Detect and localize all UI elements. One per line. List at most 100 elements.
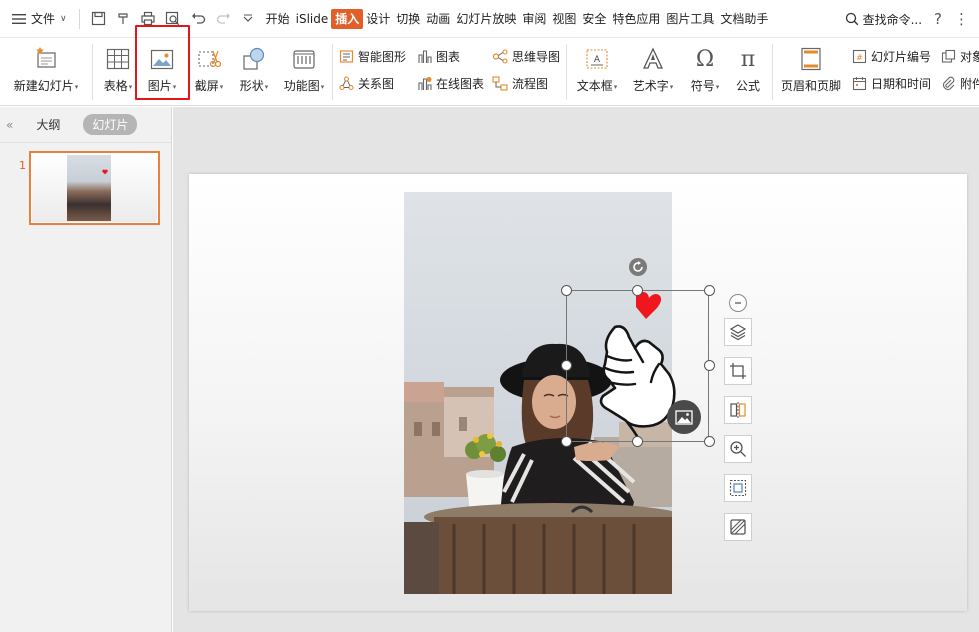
slide-number: 1 bbox=[19, 159, 26, 172]
chart-button[interactable]: 图表 bbox=[416, 47, 460, 65]
minus-icon bbox=[735, 302, 741, 304]
tab-animation[interactable]: 动画 bbox=[423, 9, 453, 29]
table-label: 表格 bbox=[103, 79, 128, 93]
panel-tabs: « 大纲 幻灯片 bbox=[0, 107, 171, 143]
insert-table-button[interactable]: 表格▾ bbox=[98, 38, 138, 94]
wordart-button[interactable]: 艺术字▾ bbox=[628, 38, 678, 94]
slide-number-icon: # bbox=[851, 48, 867, 64]
crop-button[interactable] bbox=[724, 357, 752, 385]
screenshot-button[interactable]: 截屏▾ bbox=[188, 38, 230, 94]
screenshot-label: 截屏 bbox=[194, 79, 219, 93]
resize-handle-top-right[interactable] bbox=[704, 285, 715, 296]
tab-doc-assistant[interactable]: 文档助手 bbox=[717, 9, 771, 29]
tab-special-apps[interactable]: 特色应用 bbox=[609, 9, 663, 29]
undo-icon[interactable] bbox=[190, 10, 207, 27]
tab-design[interactable]: 设计 bbox=[363, 9, 393, 29]
picture-button-highlight bbox=[135, 25, 190, 100]
header-footer-label: 页眉和页脚 bbox=[780, 79, 841, 93]
resize-handle-bottom-left[interactable] bbox=[561, 436, 572, 447]
tab-picture-tools[interactable]: 图片工具 bbox=[663, 9, 717, 29]
resize-handle-top[interactable] bbox=[632, 285, 643, 296]
file-menu[interactable]: 文件 ∨ bbox=[0, 0, 75, 38]
smart-graphic-button[interactable]: 智能图形 bbox=[338, 47, 406, 65]
picture-fit-button[interactable] bbox=[724, 474, 752, 502]
chart-icon bbox=[416, 48, 432, 64]
tab-insert[interactable]: 插入 bbox=[331, 8, 364, 29]
tab-transition[interactable]: 切换 bbox=[393, 9, 423, 29]
fit-picture-icon bbox=[729, 479, 747, 497]
symbol-label: 符号 bbox=[690, 79, 715, 93]
resize-handle-top-left[interactable] bbox=[561, 285, 572, 296]
thumbnail-background bbox=[32, 154, 157, 222]
redo-icon[interactable] bbox=[215, 10, 232, 27]
flowchart-icon bbox=[492, 75, 508, 91]
layer-order-button[interactable] bbox=[724, 318, 752, 346]
slide-number-button[interactable]: # 幻灯片编号 bbox=[851, 47, 931, 65]
customize-toolbar-icon[interactable] bbox=[240, 10, 257, 27]
zoom-in-icon bbox=[730, 441, 746, 457]
formula-button[interactable]: π 公式 bbox=[730, 38, 766, 94]
header-footer-button[interactable]: 页眉和页脚 bbox=[778, 38, 844, 94]
textbox-label: 文本框 bbox=[576, 79, 613, 93]
tab-security[interactable]: 安全 bbox=[579, 9, 609, 29]
tab-slideshow[interactable]: 幻灯片放映 bbox=[453, 9, 519, 29]
divider bbox=[78, 8, 80, 29]
rotate-handle[interactable] bbox=[629, 258, 647, 276]
svg-text:A: A bbox=[594, 55, 601, 65]
format-painter-icon[interactable] bbox=[115, 10, 132, 27]
slide-number-label: 幻灯片编号 bbox=[871, 49, 932, 64]
table-icon bbox=[105, 46, 131, 72]
object-button[interactable]: 对象 bbox=[940, 47, 979, 65]
date-time-button[interactable]: 日期和时间 bbox=[851, 74, 931, 92]
flip-button[interactable] bbox=[724, 396, 752, 424]
resize-handle-right[interactable] bbox=[704, 360, 715, 371]
collapse-panel-icon[interactable]: « bbox=[6, 118, 13, 132]
mind-map-label: 思维导图 bbox=[512, 49, 561, 64]
relation-chart-button[interactable]: 关系图 bbox=[338, 74, 394, 92]
tab-islide[interactable]: iSlide bbox=[293, 9, 332, 29]
tab-view[interactable]: 视图 bbox=[549, 9, 579, 29]
resize-handle-bottom-right[interactable] bbox=[704, 436, 715, 447]
wordart-label: 艺术字 bbox=[632, 79, 669, 93]
attachment-button[interactable]: 附件 bbox=[940, 74, 979, 92]
crop-icon bbox=[730, 363, 746, 379]
textbox-icon: A bbox=[584, 46, 610, 72]
new-slide-button[interactable]: 新建幻灯片▾ bbox=[8, 38, 84, 94]
resize-handle-left[interactable] bbox=[561, 360, 572, 371]
rotate-icon bbox=[633, 261, 643, 272]
tab-slides[interactable]: 幻灯片 bbox=[83, 114, 138, 135]
resize-handle-bottom[interactable] bbox=[632, 436, 643, 447]
function-chart-button[interactable]: 功能图▾ bbox=[280, 38, 328, 94]
header-footer-icon bbox=[798, 46, 824, 72]
mind-map-button[interactable]: 思维导图 bbox=[492, 47, 560, 65]
slide-thumbnail[interactable] bbox=[29, 151, 160, 225]
tab-review[interactable]: 审阅 bbox=[519, 9, 549, 29]
flowchart-button[interactable]: 流程图 bbox=[492, 74, 548, 92]
picture-options-button[interactable] bbox=[667, 400, 701, 434]
function-chart-icon bbox=[291, 46, 317, 72]
insert-shape-button[interactable]: 形状▾ bbox=[234, 38, 274, 94]
flip-icon bbox=[730, 402, 746, 418]
online-chart-icon bbox=[416, 75, 432, 91]
transparency-button[interactable] bbox=[724, 513, 752, 541]
symbol-button[interactable]: Ω 符号▾ bbox=[686, 38, 724, 94]
save-icon[interactable] bbox=[90, 10, 107, 27]
pi-formula-icon: π bbox=[740, 46, 756, 72]
collapse-toolbar-button[interactable] bbox=[729, 294, 747, 312]
more-icon[interactable]: ⋮ bbox=[954, 10, 969, 28]
layers-icon bbox=[729, 324, 747, 341]
slide-1[interactable] bbox=[189, 174, 967, 611]
date-time-label: 日期和时间 bbox=[871, 76, 932, 91]
mind-map-icon bbox=[492, 48, 508, 64]
tab-home[interactable]: 开始 bbox=[263, 9, 293, 29]
textbox-button[interactable]: A 文本框▾ bbox=[572, 38, 622, 94]
help-icon[interactable]: ? bbox=[934, 10, 942, 28]
zoom-picture-button[interactable] bbox=[724, 435, 752, 463]
chevron-down-icon: ∨ bbox=[60, 13, 67, 24]
online-chart-button[interactable]: 在线图表 bbox=[416, 74, 484, 92]
wordart-icon bbox=[640, 46, 666, 72]
tab-outline[interactable]: 大纲 bbox=[27, 114, 69, 135]
online-chart-label: 在线图表 bbox=[436, 76, 485, 91]
chart-label: 图表 bbox=[436, 49, 461, 64]
command-search[interactable]: 查找命令... bbox=[845, 11, 922, 28]
